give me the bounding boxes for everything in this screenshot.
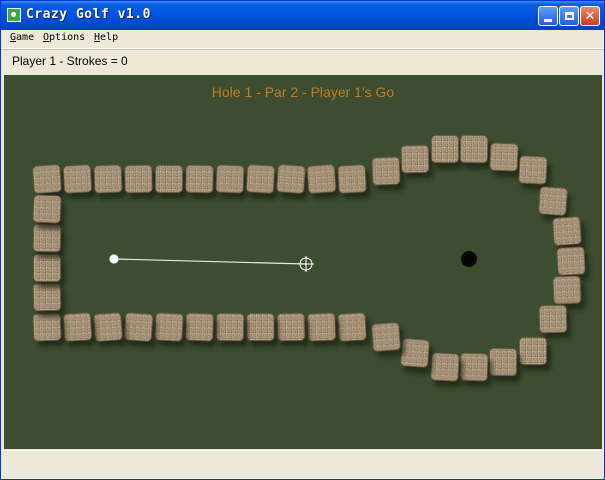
menu-options[interactable]: Options bbox=[43, 32, 85, 43]
rock-block bbox=[93, 312, 123, 342]
status-bar-bottom bbox=[1, 450, 604, 479]
course-canvas[interactable] bbox=[4, 75, 602, 449]
rock-block bbox=[552, 216, 582, 246]
rock-block bbox=[32, 164, 62, 194]
rock-block bbox=[518, 155, 548, 185]
rock-block bbox=[32, 312, 62, 342]
menu-bar: Game Options Help bbox=[1, 30, 604, 49]
minimize-button[interactable] bbox=[538, 6, 558, 26]
game-window: Crazy Golf v1.0 ✕ Game Options Help Play… bbox=[0, 0, 605, 480]
golf-course[interactable]: Hole 1 - Par 2 - Player 1's Go bbox=[4, 75, 602, 449]
rock-block bbox=[124, 164, 153, 194]
rock-block bbox=[488, 347, 518, 377]
rock-block bbox=[556, 246, 586, 276]
rock-block bbox=[400, 338, 430, 368]
title-bar[interactable]: Crazy Golf v1.0 ✕ bbox=[1, 1, 604, 30]
rock-block bbox=[185, 164, 214, 194]
player-strokes-status: Player 1 - Strokes = 0 bbox=[12, 54, 128, 68]
rock-block bbox=[307, 312, 336, 342]
rock-block bbox=[519, 337, 547, 365]
rock-block bbox=[459, 134, 489, 164]
rock-block bbox=[400, 144, 430, 174]
rock-block bbox=[246, 313, 275, 341]
rock-block bbox=[538, 304, 568, 334]
minimize-icon bbox=[544, 18, 552, 22]
menu-game[interactable]: Game bbox=[10, 32, 34, 43]
rock-block bbox=[93, 164, 123, 194]
rock-block bbox=[276, 312, 306, 342]
rock-block bbox=[306, 164, 337, 194]
rock-block bbox=[431, 135, 459, 163]
rock-block bbox=[32, 282, 62, 312]
app-icon bbox=[7, 8, 21, 22]
rock-block bbox=[32, 223, 62, 253]
rock-block bbox=[33, 254, 61, 282]
rock-block bbox=[154, 312, 184, 342]
rock-block bbox=[32, 194, 62, 224]
rock-block bbox=[63, 312, 92, 342]
window-title: Crazy Golf v1.0 bbox=[26, 7, 151, 22]
rock-block bbox=[123, 312, 154, 342]
aim-crosshair-icon[interactable] bbox=[298, 256, 314, 272]
close-icon: ✕ bbox=[584, 8, 596, 24]
maximize-icon bbox=[564, 12, 574, 20]
close-button[interactable]: ✕ bbox=[580, 6, 600, 26]
rock-block bbox=[337, 312, 367, 342]
maximize-button[interactable] bbox=[559, 6, 579, 26]
rock-block bbox=[371, 322, 401, 352]
rock-block bbox=[430, 352, 460, 382]
rock-block bbox=[215, 312, 245, 342]
rock-block bbox=[276, 164, 306, 194]
rock-block bbox=[185, 312, 214, 342]
rock-block bbox=[459, 352, 489, 382]
rock-block bbox=[246, 164, 275, 194]
status-bar-top: Player 1 - Strokes = 0 bbox=[1, 49, 604, 73]
menu-help[interactable]: Help bbox=[94, 32, 118, 43]
rock-block bbox=[538, 186, 568, 216]
golf-ball[interactable] bbox=[109, 254, 119, 264]
rock-block bbox=[155, 165, 183, 193]
rock-block bbox=[489, 142, 519, 172]
rock-block bbox=[552, 275, 582, 305]
rock-block bbox=[63, 164, 92, 194]
rock-block bbox=[215, 164, 245, 194]
rock-block bbox=[371, 156, 401, 186]
rock-block bbox=[337, 164, 367, 194]
aim-line bbox=[114, 258, 307, 265]
golf-hole bbox=[461, 251, 477, 267]
